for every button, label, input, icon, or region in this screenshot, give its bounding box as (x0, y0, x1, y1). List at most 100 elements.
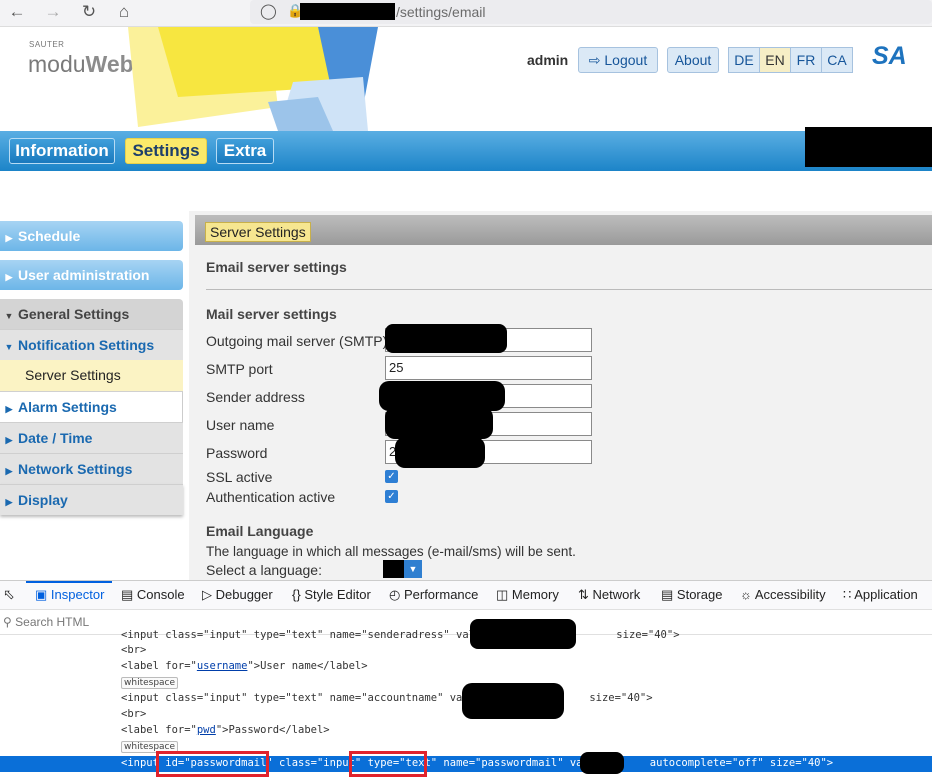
reload-icon[interactable]: ↻ (78, 2, 100, 22)
tab-label: Inspector (50, 587, 105, 602)
code-text: <input class="input" type="text" name="s… (121, 629, 501, 641)
tab-performance[interactable]: ◴ Performance (389, 587, 478, 603)
lang-fr[interactable]: FR (790, 47, 822, 73)
email-language-heading: Email Language (206, 523, 314, 539)
tab-debugger[interactable]: ▷ Debugger (202, 587, 273, 603)
tab-label: Debugger (215, 587, 273, 602)
shield-icon[interactable]: ◯ (260, 2, 277, 20)
language-select[interactable]: ▼ (383, 560, 422, 578)
code-line[interactable]: <br> (121, 644, 146, 656)
smtp-port-field[interactable]: 25 (385, 356, 592, 380)
code-line[interactable]: <label for="username">User name</label> (121, 660, 368, 672)
code-text: ">User name</label> (247, 660, 368, 672)
chevron-down-icon: ▼ (4, 342, 14, 352)
chevron-down-icon: ▼ (404, 560, 422, 578)
current-user: admin (527, 52, 569, 68)
redacted-host (300, 3, 395, 20)
braces-icon: {} (292, 587, 301, 602)
panel-title: Server Settings (205, 222, 311, 242)
tab-console[interactable]: ▤ Console (121, 587, 185, 603)
section-title: Email server settings (206, 259, 347, 275)
sidebar-item-user-administration[interactable]: ▶ User administration (0, 260, 183, 290)
sidebar-item-alarm-settings[interactable]: ▶ Alarm Settings (0, 391, 183, 422)
chevron-right-icon: ▶ (5, 497, 13, 507)
tab-network[interactable]: ⇅ Network (578, 587, 640, 603)
active-tab-indicator (26, 581, 112, 583)
tab-information[interactable]: Information (9, 138, 115, 164)
tab-style-editor[interactable]: {} Style Editor (292, 587, 371, 602)
lang-en[interactable]: EN (759, 47, 791, 73)
tab-inspector[interactable]: ▣ Inspector (35, 587, 104, 603)
ssl-label: SSL active (206, 469, 273, 485)
url-path: /settings/email (396, 4, 486, 20)
logout-label: Logout (604, 52, 648, 68)
accessibility-icon: ☼ (740, 587, 752, 602)
highlight-id (156, 751, 269, 777)
ssl-checkbox[interactable]: ✓ (385, 470, 398, 483)
chevron-right-icon: ▶ (5, 404, 13, 414)
code-line[interactable]: <br> (121, 708, 146, 720)
lang-ca[interactable]: CA (821, 47, 853, 73)
sidebar-item-notification-settings[interactable]: ▼ Notification Settings (0, 329, 183, 360)
code-link[interactable]: username (197, 660, 248, 672)
tab-storage[interactable]: ▤ Storage (661, 587, 722, 603)
sidebar-item-label: Date / Time (18, 430, 93, 446)
code-line[interactable]: <label for="pwd">Password</label> (121, 724, 330, 736)
code-link[interactable]: pwd (197, 724, 216, 736)
whitespace-badge[interactable]: whitespace (121, 677, 179, 689)
debugger-icon: ▷ (202, 587, 212, 602)
redacted-username (385, 407, 493, 439)
home-icon[interactable]: ⌂ (113, 2, 135, 22)
sender-address-label: Sender address (206, 389, 305, 405)
sidebar-item-label: Network Settings (18, 461, 133, 477)
sidebar-item-network-settings[interactable]: ▶ Network Settings (0, 453, 183, 484)
tab-settings[interactable]: Settings (125, 138, 207, 164)
lang-de[interactable]: DE (728, 47, 760, 73)
redacted-language (383, 560, 404, 578)
sidebar-item-date-time[interactable]: ▶ Date / Time (0, 422, 183, 453)
sidebar-item-schedule[interactable]: ▶ Schedule (0, 221, 183, 251)
tab-application[interactable]: ∷ Application (843, 587, 918, 603)
chevron-down-icon: ▼ (4, 311, 14, 321)
divider (206, 289, 932, 290)
auth-checkbox[interactable]: ✓ (385, 490, 398, 503)
tab-memory[interactable]: ◫ Memory (496, 587, 559, 603)
memory-icon: ◫ (496, 587, 509, 602)
sidebar-item-label: Notification Settings (18, 337, 155, 353)
mail-heading: Mail server settings (206, 306, 337, 322)
code-line[interactable]: <input class="input" type="text" name="a… (121, 692, 653, 704)
console-icon: ▤ (121, 587, 134, 602)
element-picker-icon[interactable]: ⬁ (3, 586, 15, 603)
app-header: SAUTER moduWeb admin ⇨ Logout About DE E… (0, 27, 932, 131)
code-text: size="40"> (616, 629, 680, 641)
tab-label: Memory (511, 587, 559, 602)
tab-accessibility[interactable]: ☼ Accessibility (740, 587, 826, 602)
back-arrow-icon[interactable]: ← (6, 2, 28, 22)
tab-extra[interactable]: Extra (216, 138, 274, 164)
user-name-label: User name (206, 417, 275, 433)
about-button[interactable]: About (667, 47, 719, 73)
code-text: <label for=" (121, 724, 197, 736)
auth-label: Authentication active (206, 489, 336, 505)
forward-arrow-icon[interactable]: → (42, 2, 64, 22)
chevron-right-icon: ▶ (5, 435, 13, 445)
devtools-tabs: ⬁ ▣ Inspector ▤ Console ▷ Debugger {} St… (0, 581, 932, 610)
code-text: size="40"> (589, 692, 653, 704)
language-note: The language in which all messages (e-ma… (206, 544, 576, 559)
logout-button[interactable]: ⇨ Logout (578, 47, 658, 73)
tab-label: Performance (403, 587, 479, 602)
gauge-icon: ◴ (389, 587, 401, 602)
redacted-value (462, 683, 564, 719)
code-line[interactable]: <input class="input" type="text" name="s… (121, 629, 680, 641)
sidebar-item-label: General Settings (18, 306, 130, 322)
sidebar-item-server-settings[interactable]: Server Settings (0, 360, 183, 391)
redacted-value (470, 619, 576, 649)
selected-node[interactable]: <input id="passwordmail" class="input" t… (0, 752, 932, 774)
main-nav: Information Settings Extra (0, 127, 932, 171)
tab-label: Console (136, 587, 185, 602)
code-text: <label for=" (121, 660, 197, 672)
redacted-smtp (385, 324, 507, 353)
sidebar-item-display[interactable]: ▶ Display (0, 484, 183, 515)
sidebar-item-general-settings[interactable]: ▼ General Settings (0, 299, 183, 329)
tab-label: Style Editor (304, 587, 371, 602)
